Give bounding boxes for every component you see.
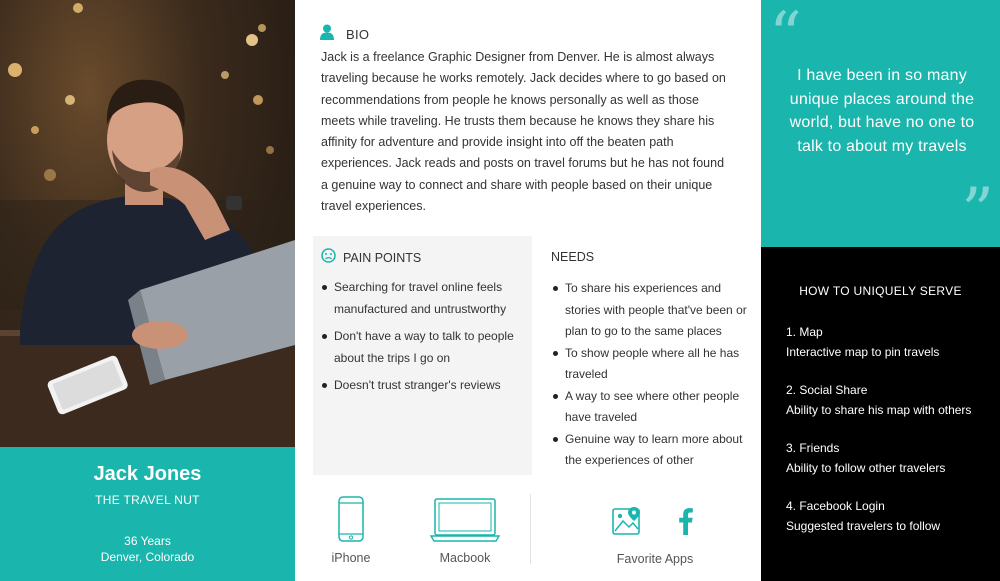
serve-item-map: 1. Map Interactive map to pin travels [786, 323, 939, 362]
facebook-icon [678, 507, 694, 538]
persona-tagline: THE TRAVEL NUT [95, 493, 200, 507]
serve-item-heading: 3. Friends [786, 441, 840, 455]
sad-face-icon [321, 248, 336, 268]
needs-label: NEEDS [551, 250, 595, 264]
macbook-label: Macbook [439, 551, 491, 565]
persona-name: Jack Jones [93, 463, 202, 485]
list-item: Searching for travel online feels manufa… [320, 277, 525, 320]
identity-card: Jack Jones THE TRAVEL NUT 36 Years Denve… [0, 447, 295, 581]
serve-item-detail: Ability to share his map with others [786, 402, 972, 417]
bio-text: Jack is a freelance Graphic Designer fro… [321, 50, 726, 214]
iphone-icon [338, 496, 364, 545]
list-item: A way to see where other people have tra… [551, 386, 751, 429]
needs-list: To share his experiences and stories wit… [551, 278, 751, 472]
serve-title: HOW TO UNIQUELY SERVE [799, 284, 962, 298]
favorite-apps [608, 506, 698, 539]
details-column: BIO Jack is a freelance Graphic Designer… [295, 0, 761, 581]
iphone-label: iPhone [331, 551, 371, 565]
devices-section: iPhone Macbook Favorite Apps [295, 490, 761, 581]
list-item: To show people where all he has traveled [551, 343, 751, 386]
device-macbook: Macbook [429, 498, 501, 565]
serve-item-heading: 1. Map [786, 325, 823, 339]
favorite-apps-label: Favorite Apps [616, 552, 694, 566]
serve-panel: HOW TO UNIQUELY SERVE 1. Map Interactive… [761, 247, 1000, 581]
bio-label: BIO [346, 27, 370, 42]
profile-column: Jack Jones THE TRAVEL NUT 36 Years Denve… [0, 0, 295, 581]
open-quote-icon: “ [769, 0, 802, 73]
pain-points-panel: PAIN POINTS Searching for travel online … [313, 236, 532, 475]
favorite-apps-label-wrap: Favorite Apps [595, 552, 715, 566]
persona-age: 36 Years [124, 534, 171, 548]
bio-header: BIO [320, 24, 369, 45]
serve-item-heading: 2. Social Share [786, 383, 868, 397]
pain-points-label: PAIN POINTS [343, 251, 422, 265]
serve-item-heading: 4. Facebook Login [786, 499, 885, 513]
device-iphone: iPhone [327, 496, 375, 565]
maps-icon [612, 506, 642, 539]
serve-item-detail: Interactive map to pin travels [786, 344, 940, 359]
profile-photo [0, 0, 295, 447]
pain-points-list: Searching for travel online feels manufa… [320, 277, 525, 403]
serve-item-detail: Suggested travelers to follow [786, 518, 941, 533]
close-quote-icon: ” [961, 175, 994, 249]
persona-page: Jack Jones THE TRAVEL NUT 36 Years Denve… [0, 0, 1000, 581]
list-item: To share his experiences and stories wit… [551, 278, 751, 343]
quote-panel: “ I have been in so many unique places a… [761, 0, 1000, 247]
laptop-icon [429, 498, 501, 545]
serve-item-friends: 3. Friends Ability to follow other trave… [786, 439, 945, 478]
list-item: Doesn't trust stranger's reviews [320, 375, 525, 397]
persona-location: Denver, Colorado [100, 550, 195, 564]
divider [530, 494, 531, 564]
serve-item-detail: Ability to follow other travelers [786, 460, 946, 475]
serve-item-facebook-login: 4. Facebook Login Suggested travelers to… [786, 497, 940, 536]
list-item: Genuine way to learn more about the expe… [551, 429, 751, 472]
list-item: Don't have a way to talk to people about… [320, 326, 525, 369]
pain-points-header: PAIN POINTS [321, 248, 421, 268]
quote-text: I have been in so many unique places aro… [789, 67, 975, 155]
serve-item-social-share: 2. Social Share Ability to share his map… [786, 381, 971, 420]
user-icon [320, 24, 334, 45]
